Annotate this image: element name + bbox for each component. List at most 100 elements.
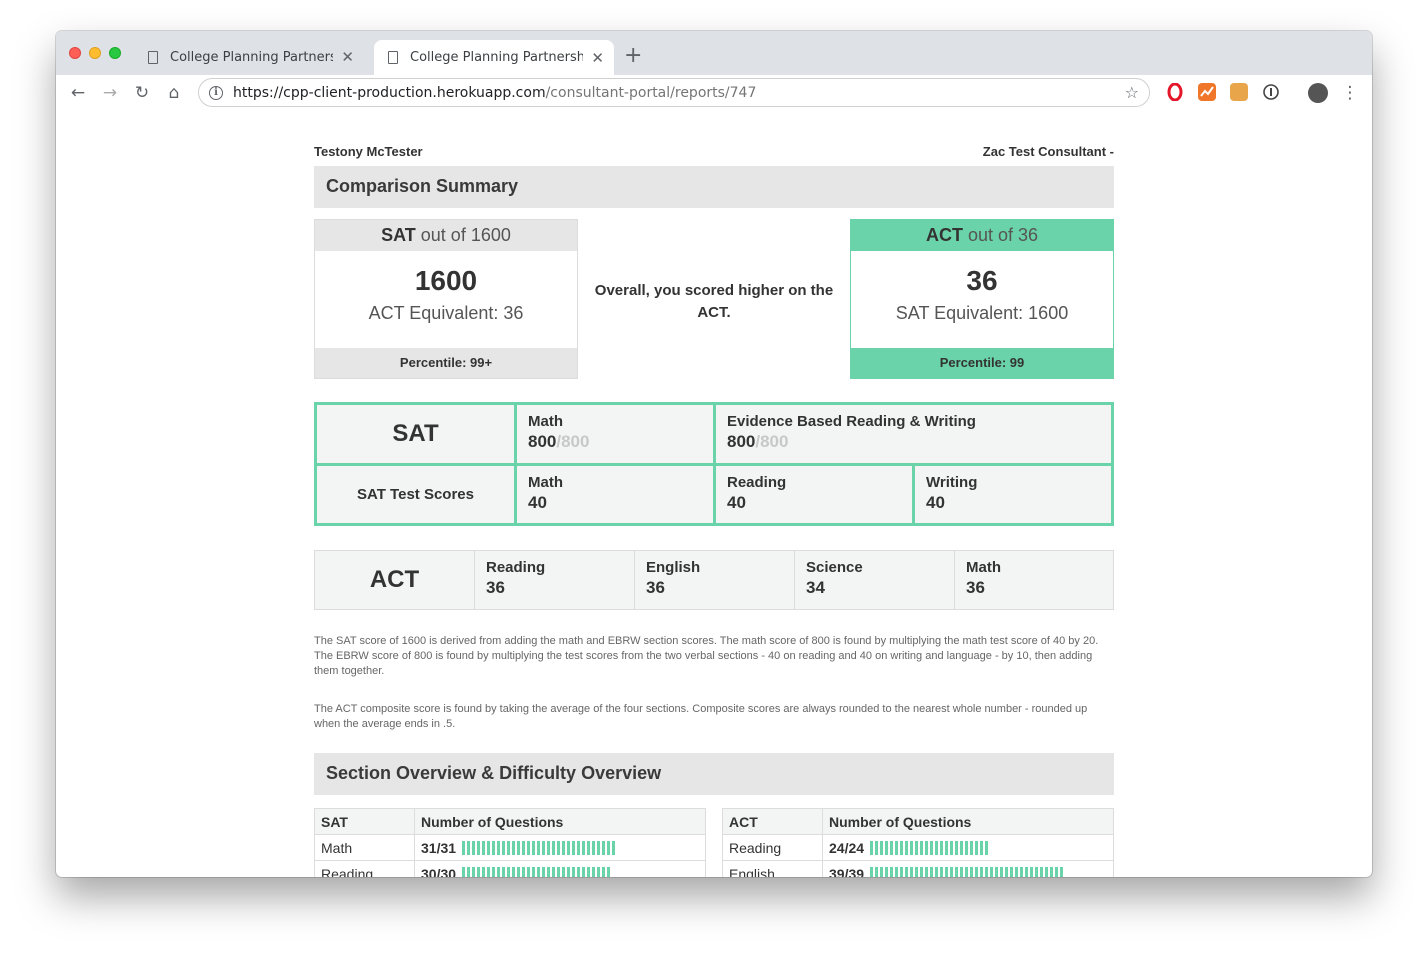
question-bar (587, 840, 591, 855)
act-composite-score: 36 (966, 265, 998, 296)
back-arrow-icon[interactable]: ← (62, 83, 94, 103)
question-bar (1030, 866, 1034, 877)
question-bar (477, 840, 481, 855)
bookmark-star-icon[interactable]: ☆ (1125, 83, 1139, 102)
honey-extension-icon[interactable] (1230, 83, 1248, 101)
question-bar (572, 840, 576, 855)
question-bar (1020, 866, 1024, 877)
question-bar (920, 866, 924, 877)
menu-dots-icon[interactable]: ⋮ (1334, 83, 1366, 103)
password-extension-icon[interactable] (1262, 83, 1280, 101)
question-bar (477, 866, 481, 877)
question-bar (602, 866, 606, 877)
question-bar (507, 840, 511, 855)
question-bar (990, 866, 994, 877)
maximize-window-button[interactable] (109, 47, 121, 59)
question-bar (1005, 866, 1009, 877)
question-bar (502, 866, 506, 877)
tab-title: College Planning Partnerships (410, 50, 584, 65)
question-bar (582, 866, 586, 877)
question-bar (890, 840, 894, 855)
question-bar (905, 840, 909, 855)
question-bar (1050, 866, 1054, 877)
question-bar (975, 866, 979, 877)
question-bar (507, 866, 511, 877)
question-bar (980, 866, 984, 877)
question-bar (1045, 866, 1049, 877)
question-bar (925, 840, 929, 855)
profile-avatar[interactable] (1308, 83, 1328, 103)
question-bar (567, 840, 571, 855)
act-grid-label: ACT (315, 551, 475, 609)
question-bar (497, 840, 501, 855)
question-bar (562, 840, 566, 855)
question-bars (870, 840, 989, 855)
question-bar (965, 866, 969, 877)
report-header: Testony McTester Zac Test Consultant - (314, 144, 1114, 159)
question-bar (925, 866, 929, 877)
minimize-window-button[interactable] (89, 47, 101, 59)
question-bar (492, 866, 496, 877)
question-bar (542, 840, 546, 855)
question-bar (537, 840, 541, 855)
question-bar (1015, 866, 1019, 877)
question-bar (950, 866, 954, 877)
question-bar (572, 866, 576, 877)
question-bar (945, 840, 949, 855)
question-bar (487, 840, 491, 855)
table-row: Reading 24/24 (723, 835, 1113, 861)
question-bar (890, 866, 894, 877)
question-bar (935, 840, 939, 855)
sat-percentile: Percentile: 99+ (315, 348, 577, 378)
question-bar (602, 840, 606, 855)
question-bar (582, 840, 586, 855)
opera-extension-icon[interactable] (1166, 82, 1184, 102)
close-tab-icon[interactable]: ✕ (591, 49, 604, 67)
question-bar (512, 866, 516, 877)
question-bar (527, 866, 531, 877)
sat-score-card: SAT out of 1600 1600 ACT Equivalent: 36 … (314, 219, 578, 379)
row-fraction: 30/30 (421, 865, 457, 878)
analytics-extension-icon[interactable] (1198, 83, 1216, 101)
tab-1[interactable]: College Planning Partnerships ✕ (134, 40, 364, 74)
question-bar (472, 840, 476, 855)
question-bar (910, 840, 914, 855)
question-bar (487, 866, 491, 877)
reload-icon[interactable]: ↻ (126, 83, 158, 103)
question-bar (985, 866, 989, 877)
question-bar (552, 866, 556, 877)
question-bar (597, 866, 601, 877)
tab-2[interactable]: College Planning Partnerships ✕ (374, 40, 614, 75)
sat-breakdown-grid: SAT Math 800/800 Evidence Based Reading … (314, 402, 1114, 526)
row-fraction: 31/31 (421, 839, 457, 856)
home-icon[interactable]: ⌂ (158, 83, 190, 103)
question-bar (1040, 866, 1044, 877)
column-header: Number of Questions (829, 813, 972, 830)
sat-equivalent: SAT Equivalent: 1600 (895, 303, 1069, 323)
question-bar (577, 840, 581, 855)
close-tab-icon[interactable]: ✕ (341, 48, 354, 66)
info-icon[interactable]: i (209, 85, 223, 100)
question-bar (1000, 866, 1004, 877)
section-overview-heading: Section Overview & Difficulty Overview (314, 753, 1114, 795)
url-host: https://cpp-client-production.herokuapp.… (233, 84, 546, 101)
question-bar (532, 866, 536, 877)
question-bar (612, 840, 616, 855)
new-tab-icon[interactable]: + (624, 45, 642, 67)
question-bars (462, 866, 611, 877)
question-bar (562, 866, 566, 877)
address-bar[interactable]: i https://cpp-client-production.herokuap… (198, 78, 1150, 107)
question-bar (547, 866, 551, 877)
overall-comparison-text: Overall, you scored higher on the ACT. (594, 282, 834, 321)
question-bar (945, 866, 949, 877)
row-fraction: 39/39 (829, 865, 865, 878)
sat-total-score: 1600 (414, 265, 478, 296)
question-bar (1035, 866, 1039, 877)
sat-explanation-note: The SAT score of 1600 is derived from ad… (314, 635, 1099, 677)
forward-arrow-icon[interactable]: → (94, 83, 126, 103)
question-bar (955, 840, 959, 855)
question-bar (910, 866, 914, 877)
question-bar (567, 866, 571, 877)
close-window-button[interactable] (69, 47, 81, 59)
document-icon (388, 51, 398, 64)
